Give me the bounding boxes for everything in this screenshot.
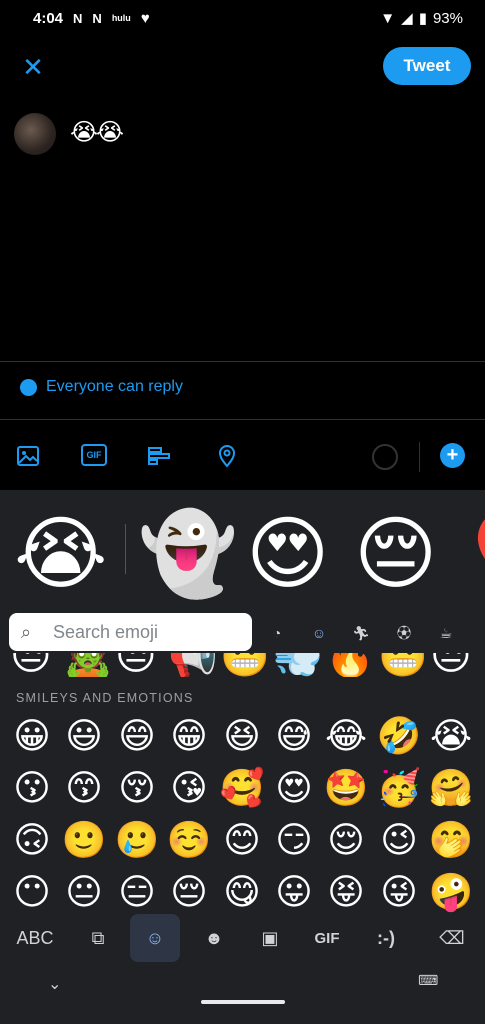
- emoji-key[interactable]: 🤭: [425, 814, 477, 866]
- close-icon[interactable]: ✕: [20, 54, 46, 80]
- emoji-key[interactable]: 😌: [320, 814, 372, 866]
- featured-emoji[interactable]: 😭: [14, 504, 107, 604]
- reply-setting[interactable]: Everyone can reply: [20, 378, 183, 396]
- divider: [125, 524, 126, 574]
- emoji-key[interactable]: 😬: [378, 653, 428, 677]
- status-time: 4:04: [33, 9, 64, 27]
- divider: [419, 442, 420, 472]
- emoji-key[interactable]: 😁: [163, 710, 215, 762]
- emoji-key[interactable]: 🙃: [6, 814, 58, 866]
- featured-emoji[interactable]: 😔: [354, 504, 437, 604]
- featured-emoji[interactable]: 🎈: [457, 504, 485, 604]
- emoji-key[interactable]: 😃: [58, 710, 110, 762]
- reply-setting-label: Everyone can reply: [46, 378, 183, 395]
- emoji-key[interactable]: 🥳: [373, 762, 425, 814]
- emoji-search-input[interactable]: ⌕ Search emoji: [9, 613, 252, 651]
- backspace-icon[interactable]: ⌫: [430, 918, 474, 958]
- gif-button[interactable]: GIF: [81, 444, 107, 466]
- previous-emoji-row: 😒 🧟 😒 📢 😬 💨 🔥 😬 😒: [0, 653, 485, 677]
- add-tweet-button[interactable]: +: [440, 443, 465, 468]
- emoji-key[interactable]: 😀: [6, 710, 58, 762]
- compose-header: ✕ Tweet: [0, 36, 485, 98]
- activity-category-icon[interactable]: ⚽︎: [393, 622, 415, 644]
- emoji-key[interactable]: 😆: [216, 710, 268, 762]
- emoji-key[interactable]: 🙂: [58, 814, 110, 866]
- hulu-icon: hulu: [111, 13, 131, 23]
- section-title: SMILEYS AND EMOTIONS: [16, 691, 194, 705]
- emoji-key[interactable]: 😍: [268, 762, 320, 814]
- emoji-keyboard: 😭 👻 😍 😔 🎈 ⌕ Search emoji ◔ ☺ 🏃︎ ⚽︎ ☕︎ 😒 …: [0, 490, 485, 1024]
- tweet-button[interactable]: Tweet: [383, 47, 471, 85]
- gif-tab[interactable]: GIF: [306, 918, 348, 958]
- battery-icon: ▮: [418, 10, 427, 27]
- navigation-bar: ⌄ ⌨: [0, 966, 485, 1024]
- emoji-key[interactable]: 😚: [111, 762, 163, 814]
- emoji-key[interactable]: 😗: [6, 762, 58, 814]
- sticker-icon[interactable]: ▣: [252, 918, 288, 958]
- character-count-ring: [372, 444, 398, 470]
- emoji-key[interactable]: 🤗: [425, 762, 477, 814]
- signal-icon: ◢: [401, 10, 413, 27]
- keyboard-bottom-row: ABC ⧉ ☺ ☻ ▣ GIF :-) ⌫: [0, 910, 485, 966]
- emoji-key[interactable]: 🔥: [325, 653, 375, 677]
- emoji-key[interactable]: 😒: [10, 653, 52, 677]
- heart-icon: ♥: [140, 9, 150, 27]
- emoji-search-row: ⌕ Search emoji ◔ ☺ 🏃︎ ⚽︎ ☕︎: [0, 613, 485, 653]
- abc-key[interactable]: ABC: [12, 918, 58, 958]
- emoji-key[interactable]: 😭: [425, 710, 477, 762]
- avatar[interactable]: [14, 113, 56, 155]
- wifi-icon: ▼: [380, 9, 396, 27]
- notification-icon-n1: N: [73, 10, 83, 26]
- emoji-key[interactable]: 🥲: [111, 814, 163, 866]
- poll-icon[interactable]: [147, 444, 171, 468]
- emoji-key[interactable]: 😘: [163, 762, 215, 814]
- emoticon-tab[interactable]: :-): [366, 918, 406, 958]
- emoji-key[interactable]: 🤣: [373, 710, 425, 762]
- emoji-key[interactable]: 😏: [268, 814, 320, 866]
- emoji-key[interactable]: 😊: [216, 814, 268, 866]
- tweet-text-input[interactable]: 😭😭: [70, 118, 124, 147]
- emoji-key[interactable]: 😂: [320, 710, 372, 762]
- emoji-key[interactable]: 😒: [115, 653, 157, 677]
- emoji-key[interactable]: 😉: [373, 814, 425, 866]
- sticker-search-icon[interactable]: ⧉: [80, 918, 116, 958]
- compose-toolbar: GIF +: [0, 420, 485, 490]
- location-icon[interactable]: [215, 444, 239, 468]
- people-category-icon[interactable]: 🏃︎: [350, 622, 372, 644]
- featured-emoji[interactable]: 😍: [246, 504, 329, 604]
- globe-icon: [20, 378, 37, 396]
- keyboard-switch-icon[interactable]: ⌨: [418, 972, 438, 989]
- search-icon: ⌕: [21, 622, 32, 642]
- emoji-key[interactable]: 🥰: [216, 762, 268, 814]
- recent-category-icon[interactable]: ◔: [266, 622, 288, 644]
- emoji-key[interactable]: ☺️: [163, 814, 215, 866]
- home-handle[interactable]: [201, 1000, 285, 1004]
- chevron-down-icon[interactable]: ⌄: [48, 974, 61, 994]
- status-bar: 4:04 N N hulu ♥ ▼ ◢ ▮ 93%: [0, 0, 485, 36]
- emoji-key[interactable]: 😅: [268, 710, 320, 762]
- battery-percent: 93%: [432, 9, 463, 27]
- featured-emoji[interactable]: 👻: [138, 504, 238, 604]
- emoji-key[interactable]: 😒: [430, 653, 472, 677]
- emoji-key[interactable]: 😬: [220, 653, 270, 677]
- emoji-key[interactable]: 😙: [58, 762, 110, 814]
- image-icon[interactable]: [16, 444, 40, 468]
- food-category-icon[interactable]: ☕︎: [435, 622, 457, 644]
- emoji-key[interactable]: 🤩: [320, 762, 372, 814]
- divider: [0, 361, 485, 362]
- emoji-key[interactable]: 📢: [168, 653, 218, 677]
- smileys-category-icon[interactable]: ☺: [308, 622, 330, 644]
- emoji-tab-icon[interactable]: ☺: [130, 914, 180, 962]
- emoji-key[interactable]: 💨: [273, 653, 323, 677]
- featured-emoji-strip: 😭 👻 😍 😔 🎈: [0, 490, 485, 610]
- notification-icon-n2: N: [92, 10, 102, 26]
- emoji-key[interactable]: 🧟: [63, 653, 113, 677]
- search-placeholder: Search emoji: [53, 621, 159, 642]
- bitmoji-icon[interactable]: ☻: [196, 918, 232, 958]
- emoji-key[interactable]: 😄: [111, 710, 163, 762]
